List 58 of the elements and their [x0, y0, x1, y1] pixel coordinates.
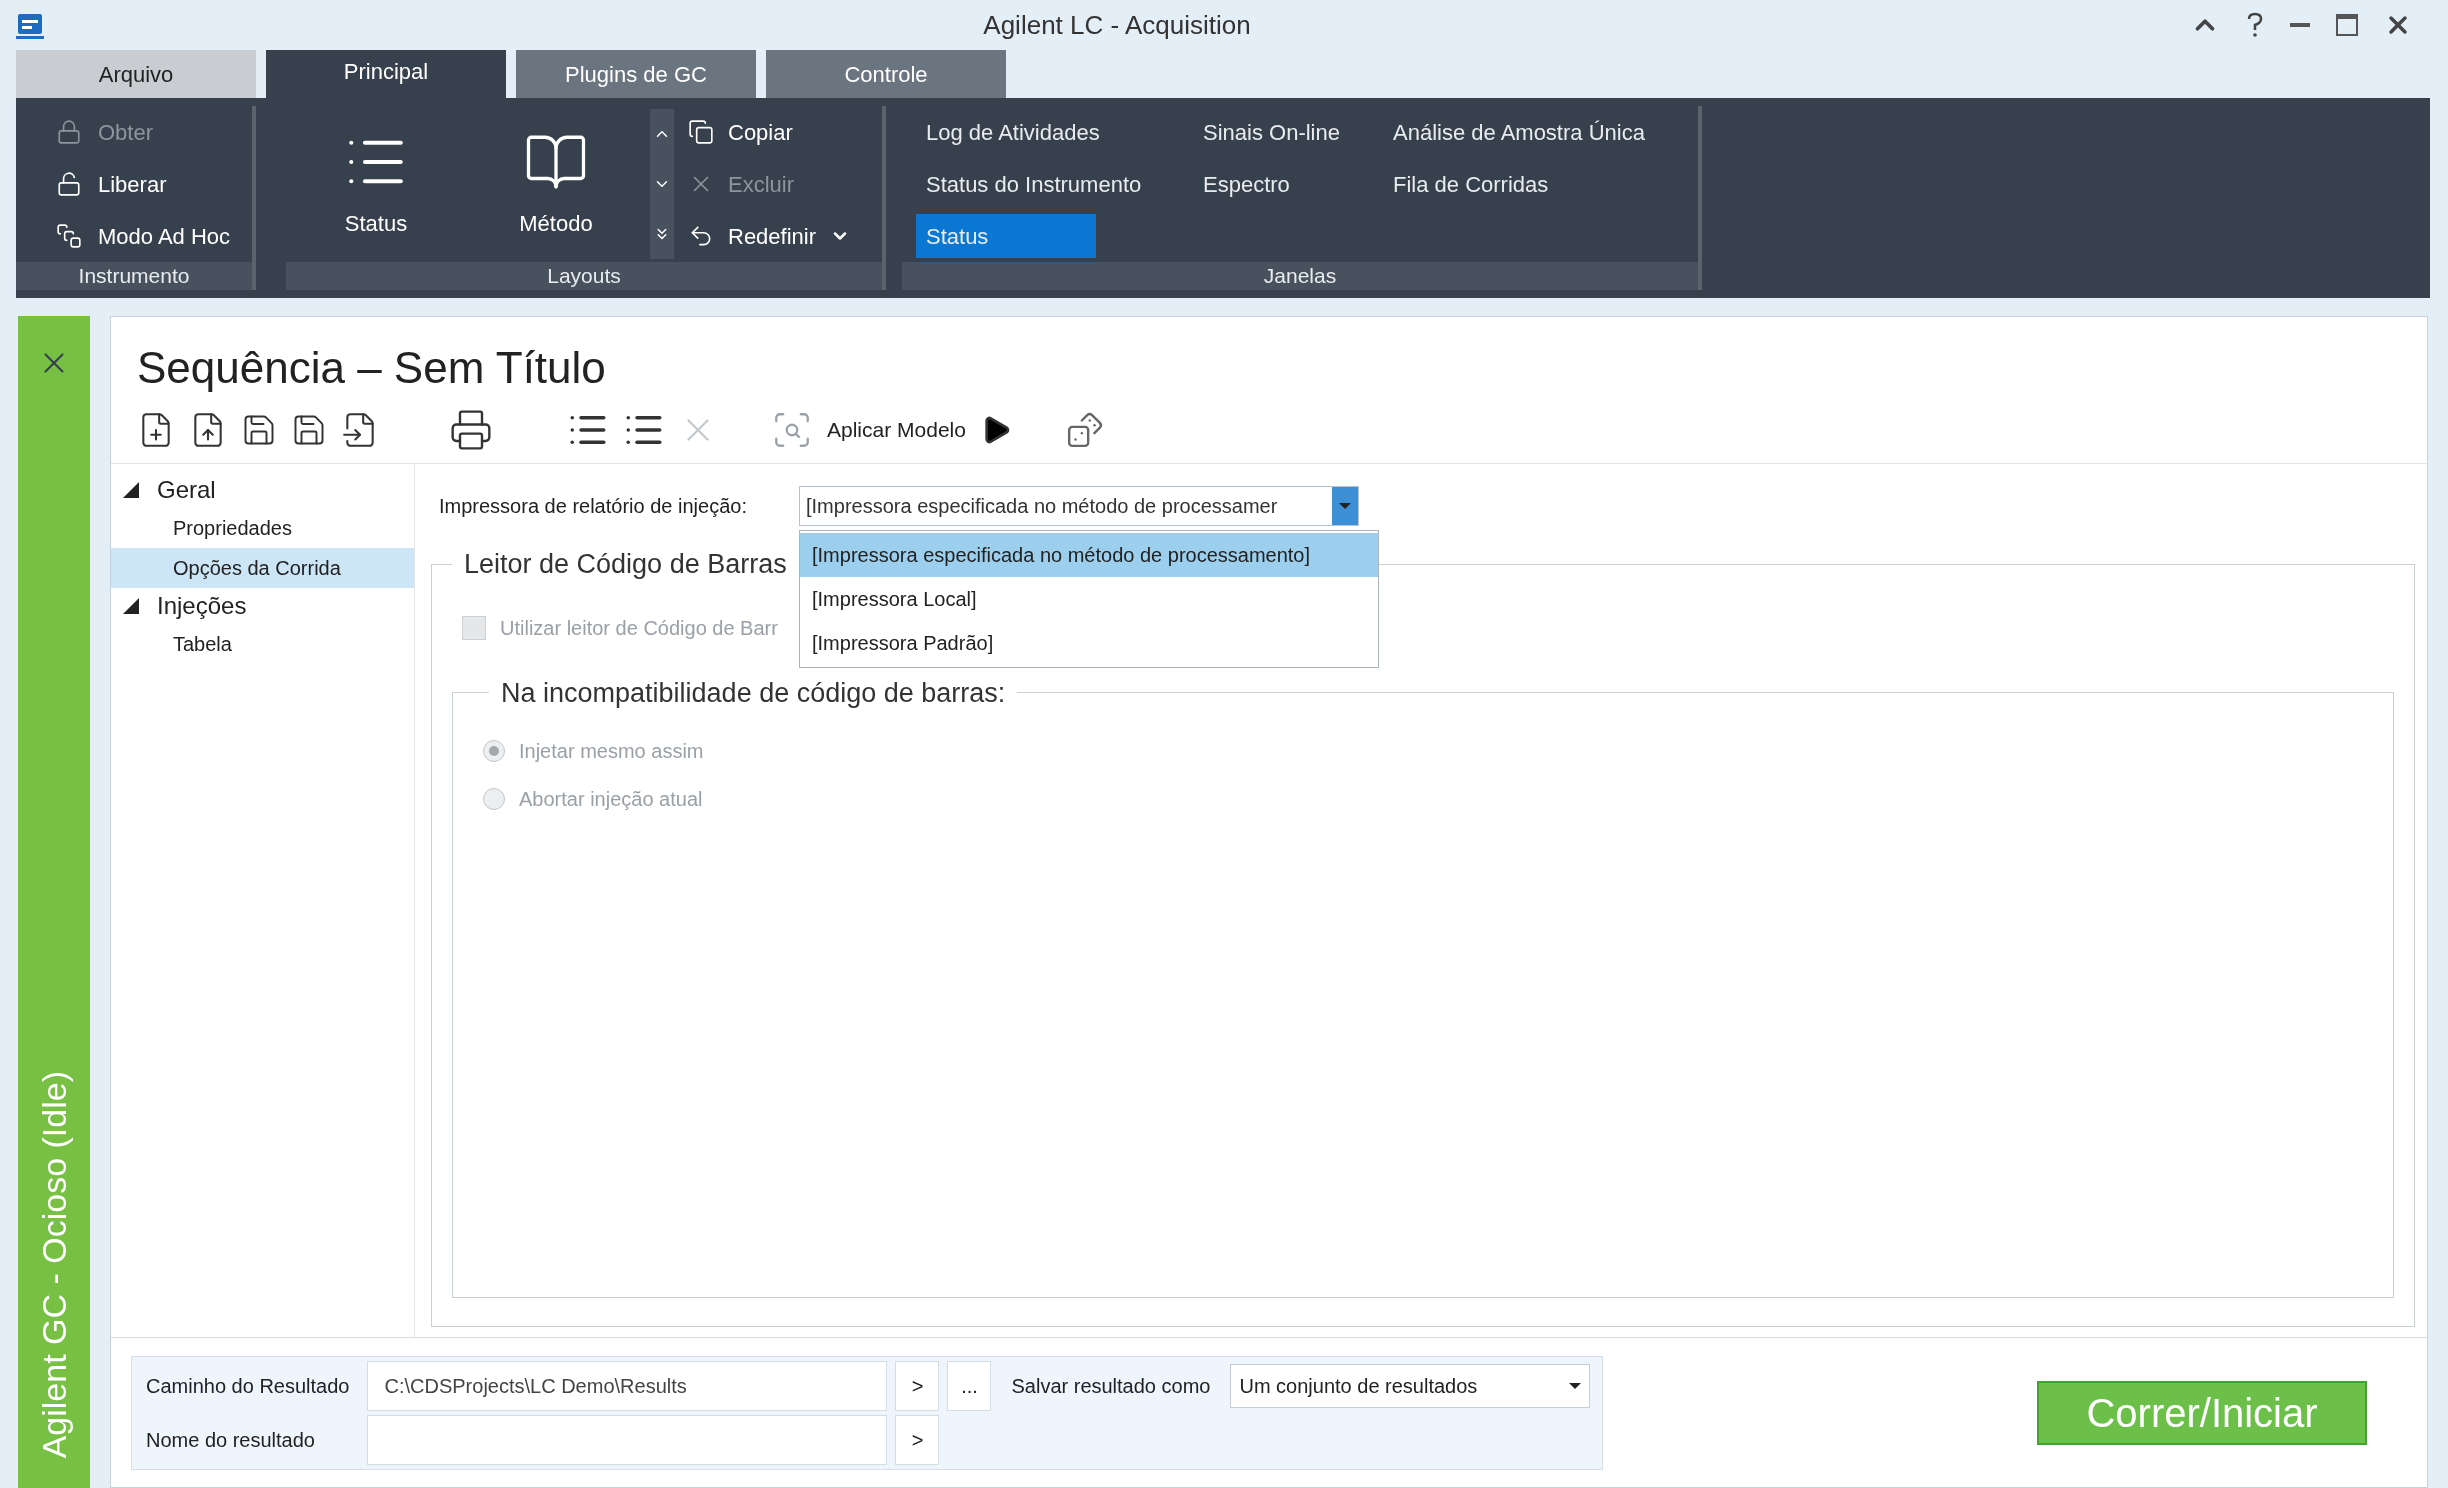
field-label: Salvar resultado como — [1010, 1373, 1212, 1399]
tree-item[interactable]: Tabela — [111, 624, 414, 664]
radio-label: Injetar mesmo assim — [519, 739, 704, 764]
window-title: Agilent LC - Acquisition — [983, 8, 1251, 42]
unlock-icon — [56, 171, 82, 197]
apply-template-button[interactable]: Aplicar Modelo — [827, 414, 966, 446]
ribbon-large-button[interactable]: Status — [286, 119, 466, 249]
ribbon-button[interactable]: Liberar — [56, 167, 252, 201]
ribbon-button[interactable]: Copiar — [688, 115, 882, 149]
window-button[interactable]: Análise de Amostra Única — [1383, 110, 1683, 154]
dice-icon[interactable] — [1065, 411, 1104, 449]
field-label: Nome do resultado — [146, 1427, 316, 1453]
tree-item[interactable]: Propriedades — [111, 508, 414, 548]
group-label: Layouts — [286, 262, 882, 290]
save-as-dropdown[interactable]: Um conjunto de resultados — [1230, 1363, 1591, 1408]
ribbon-tab[interactable]: Arquivo — [16, 50, 256, 98]
dropdown-option[interactable]: [Impressora Padrão] — [800, 621, 1378, 665]
ribbon-tab[interactable]: Plugins de GC — [516, 50, 756, 98]
copy-icon — [688, 119, 714, 145]
group-title: Leitor de Código de Barras — [463, 548, 788, 581]
tree-expander[interactable] — [123, 482, 139, 498]
browse-button[interactable]: ... — [947, 1360, 992, 1411]
print-icon[interactable] — [449, 408, 493, 452]
instrument-status: Agilent GC - Ocioso (Idle) — [33, 1070, 74, 1458]
field-label: Caminho do Resultado — [146, 1373, 351, 1399]
result-name-field[interactable] — [367, 1414, 888, 1465]
help-icon[interactable] — [2246, 12, 2264, 38]
ribbon-button[interactable]: Modo Ad Hoc — [56, 219, 252, 253]
ribbon-tab[interactable]: Principal — [266, 50, 506, 98]
ribbon-tab[interactable]: Controle — [766, 50, 1006, 98]
tree-expander[interactable] — [123, 598, 139, 614]
document-icon — [56, 223, 82, 249]
field-label: Impressora de relatório de injeção: — [439, 494, 748, 519]
tree-item[interactable]: Opções da Corrida — [111, 548, 414, 588]
window-button[interactable]: Fila de Corridas — [1383, 162, 1683, 206]
window-button[interactable]: Status do Instrumento — [916, 162, 1193, 206]
next-button[interactable]: > — [895, 1414, 940, 1465]
group-title: Na incompatibilidade de código de barras: — [500, 676, 1007, 710]
dropdown-option[interactable]: [Impressora especificada no método de processamento] — [800, 533, 1378, 577]
window-button[interactable]: Log de Atividades — [916, 110, 1193, 154]
checkbox-label: Utilizar leitor de Código de Barr — [500, 615, 778, 641]
window-button[interactable]: Status — [916, 214, 1096, 258]
window-button[interactable]: Sinais On-line — [1193, 110, 1383, 154]
dropdown-option[interactable]: [Impressora Local] — [800, 577, 1378, 621]
window-button[interactable]: Espectro — [1193, 162, 1383, 206]
ribbon-large-button[interactable]: Método — [466, 119, 646, 249]
group-label: Janelas — [902, 262, 1698, 290]
printer-dropdown[interactable]: [Impressora especificada no método de processamer — [799, 486, 1359, 526]
ribbon-button[interactable]: Redefinir — [688, 219, 882, 253]
maximize-icon[interactable] — [2336, 14, 2358, 36]
tree-item[interactable]: Injeções — [157, 588, 247, 624]
tree-item[interactable]: Geral — [157, 472, 216, 508]
sequence-title: Sequência – Sem Título — [137, 342, 607, 394]
next-button[interactable]: > — [895, 1360, 940, 1411]
result-path-field[interactable]: C:\CDSProjects\LC Demo\Results — [367, 1360, 888, 1411]
lock-icon — [56, 119, 82, 145]
group-label: Instrumento — [16, 262, 252, 290]
radio-label: Abortar injeção atual — [519, 787, 703, 812]
